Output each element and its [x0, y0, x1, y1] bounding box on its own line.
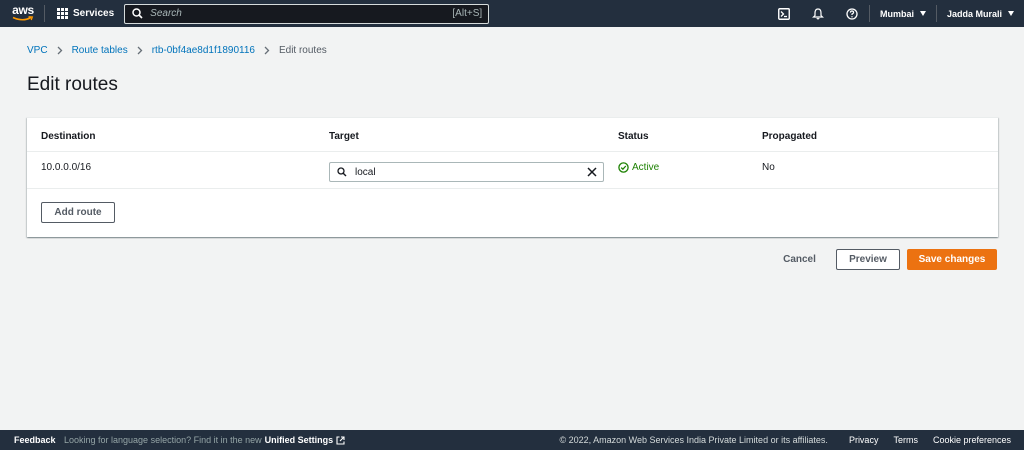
breadcrumb-vpc[interactable]: VPC — [27, 45, 48, 56]
search-icon — [337, 167, 347, 177]
feedback-link[interactable]: Feedback — [14, 435, 56, 445]
save-changes-button[interactable]: Save changes — [907, 249, 997, 270]
column-header-propagated: Propagated — [762, 131, 818, 142]
footer: Feedback Looking for language selection?… — [0, 430, 1024, 450]
nav-right-group: Mumbai Jadda Murali — [767, 0, 1024, 27]
bell-icon — [812, 7, 824, 19]
cloudshell-icon — [778, 7, 790, 20]
aws-logo-text: aws — [12, 3, 34, 17]
breadcrumb-route-tables[interactable]: Route tables — [72, 45, 128, 56]
account-label: Jadda Murali — [946, 8, 1002, 19]
column-header-destination: Destination — [41, 131, 96, 142]
aws-logo[interactable]: aws — [0, 0, 44, 27]
breadcrumb-route-table-id[interactable]: rtb-0bf4ae8d1f1890116 — [152, 45, 255, 56]
cancel-button[interactable]: Cancel — [771, 249, 828, 270]
global-search-box[interactable]: [Alt+S] — [124, 3, 490, 24]
caret-down-icon — [1008, 11, 1014, 16]
success-check-icon — [618, 162, 629, 173]
route-destination: 10.0.0.0/16 — [41, 162, 92, 173]
aws-smile-icon — [12, 16, 34, 21]
footer-right-group: © 2022, Amazon Web Services India Privat… — [560, 435, 1012, 445]
row-divider — [27, 188, 998, 189]
breadcrumb: VPC Route tables rtb-0bf4ae8d1f1890116 E… — [27, 45, 327, 56]
unified-settings-link[interactable]: Unified Settings — [265, 435, 334, 445]
route-status: Active — [618, 162, 659, 173]
clear-icon[interactable] — [587, 167, 597, 177]
add-route-button[interactable]: Add route — [41, 202, 115, 223]
language-note-text: Looking for language selection? Find it … — [64, 435, 262, 445]
cookie-preferences-link[interactable]: Cookie preferences — [933, 435, 1011, 445]
top-navigation: aws Services [Alt+S] — [0, 0, 1024, 27]
copyright-text: © 2022, Amazon Web Services India Privat… — [559, 435, 828, 445]
help-icon — [846, 7, 858, 20]
chevron-right-icon — [57, 46, 63, 55]
preview-button[interactable]: Preview — [836, 249, 900, 270]
search-shortcut-hint: [Alt+S] — [452, 8, 483, 19]
caret-down-icon — [919, 11, 926, 16]
services-label: Services — [73, 8, 115, 19]
chevron-right-icon — [137, 46, 143, 55]
header-divider — [27, 151, 998, 152]
global-search-input[interactable] — [143, 8, 453, 19]
route-propagated: No — [762, 162, 775, 173]
routes-editor-container: Destination Target Status Propagated 10.… — [27, 117, 998, 237]
services-menu-button[interactable]: Services — [45, 0, 124, 27]
column-header-status: Status — [618, 131, 649, 142]
route-status-text: Active — [632, 162, 660, 173]
cloudshell-button[interactable] — [767, 0, 801, 27]
privacy-link[interactable]: Privacy — [849, 435, 879, 445]
route-target-input[interactable] — [347, 166, 587, 178]
route-target-field[interactable] — [329, 162, 604, 182]
chevron-right-icon — [264, 46, 270, 55]
notifications-button[interactable] — [801, 0, 835, 27]
account-menu[interactable]: Jadda Murali — [937, 9, 1024, 19]
page-title: Edit routes — [27, 74, 118, 95]
help-button[interactable] — [835, 0, 869, 27]
language-note: Looking for language selection? Find it … — [64, 435, 345, 445]
breadcrumb-current: Edit routes — [278, 45, 327, 56]
column-header-target: Target — [329, 131, 359, 142]
external-link-icon — [336, 435, 345, 445]
terms-link[interactable]: Terms — [893, 435, 918, 445]
region-selector[interactable]: Mumbai — [870, 9, 936, 19]
search-icon — [132, 8, 143, 19]
region-label: Mumbai — [879, 8, 914, 19]
services-grid-icon — [57, 8, 68, 19]
